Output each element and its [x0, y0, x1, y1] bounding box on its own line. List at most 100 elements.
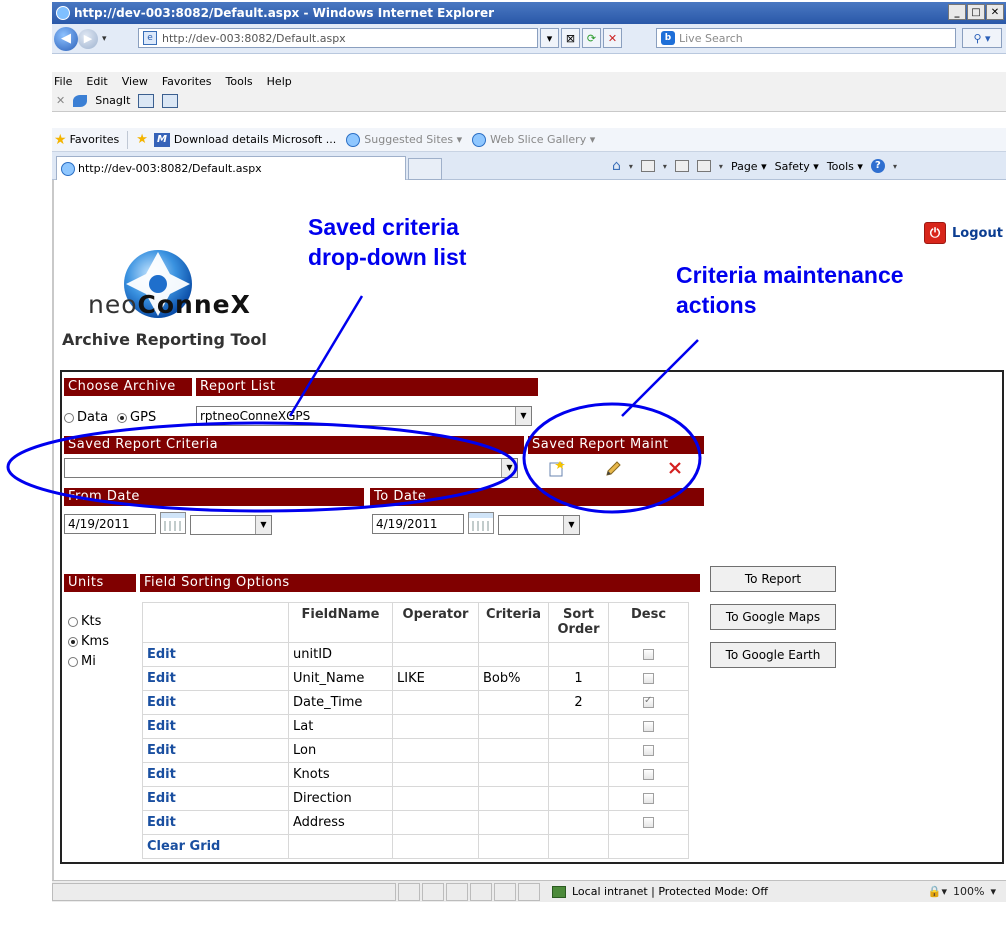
menu-bar: File Edit View Favorites Tools Help — [52, 72, 1006, 90]
calendar-icon[interactable] — [468, 512, 494, 534]
add-favorites-icon[interactable]: ★ — [136, 132, 148, 147]
ms-download-icon: M — [153, 132, 170, 147]
saved-criteria-select[interactable]: ▼ — [64, 458, 518, 478]
maximize-button[interactable]: □ — [967, 4, 985, 20]
edit-pencil-icon[interactable] — [604, 460, 622, 478]
grid-header-sort-order[interactable]: Sort Order — [548, 602, 609, 643]
grid-edit-link[interactable]: Edit — [142, 810, 289, 835]
to-report-button[interactable]: To Report — [710, 566, 836, 592]
to-google-earth-button[interactable]: To Google Earth — [710, 642, 836, 668]
address-dropdown-button[interactable]: ▾ — [540, 28, 559, 48]
fav-link-webslice[interactable]: Web Slice Gallery ▾ — [490, 133, 595, 146]
grid-edit-link[interactable]: Edit — [142, 762, 289, 787]
menu-tools[interactable]: Tools — [226, 75, 253, 88]
fav-link-download[interactable]: Download details Microsoft ... — [174, 133, 336, 146]
compatibility-icon[interactable]: ⊠ — [561, 28, 580, 48]
archive-radio-gps[interactable] — [117, 412, 128, 423]
security-zone[interactable]: Local intranet | Protected Mode: Off — [546, 885, 774, 898]
page-menu[interactable]: Page ▾ — [731, 160, 767, 173]
stop-button[interactable]: ✕ — [603, 28, 622, 48]
grid-empty-cell — [392, 834, 479, 859]
menu-file[interactable]: File — [54, 75, 72, 88]
clear-grid-link[interactable]: Clear Grid — [142, 834, 289, 859]
help-icon[interactable]: ? — [870, 159, 885, 173]
mail-icon[interactable] — [674, 160, 689, 172]
tools-menu[interactable]: Tools ▾ — [827, 160, 863, 173]
desc-checkbox[interactable] — [643, 769, 654, 780]
report-list-select[interactable]: rptneoConneXGPS ▼ — [196, 406, 532, 426]
grid-cell-operator — [392, 762, 479, 787]
desc-checkbox[interactable] — [643, 695, 654, 708]
table-row: Clear Grid — [142, 834, 689, 859]
fav-link-suggested[interactable]: Suggested Sites ▾ — [364, 133, 462, 146]
safety-menu[interactable]: Safety ▾ — [775, 160, 819, 173]
new-tab-button[interactable] — [408, 158, 442, 180]
search-button[interactable]: ⚲ ▾ — [962, 28, 1002, 48]
to-time-select[interactable]: ▼ — [498, 515, 580, 535]
zoom-dropdown-icon[interactable]: ▾ — [990, 885, 996, 898]
archive-label-gps: GPS — [130, 410, 157, 425]
grid-cell-fieldname: Knots — [288, 762, 393, 787]
favorites-button[interactable]: Favorites — [70, 133, 120, 146]
grid-edit-link[interactable]: Edit — [142, 642, 289, 667]
archive-radio-data[interactable] — [64, 412, 74, 423]
to-google-maps-button[interactable]: To Google Maps — [710, 604, 836, 630]
grid-edit-link[interactable]: Edit — [142, 714, 289, 739]
home-icon[interactable]: ⌂ — [612, 158, 621, 174]
protected-mode-icon[interactable]: 🔒▾ — [928, 885, 947, 898]
grid-edit-link[interactable]: Edit — [142, 738, 289, 763]
desc-checkbox[interactable] — [643, 745, 654, 756]
neoconnex-logo-icon — [124, 250, 192, 318]
grid-cell-desc — [608, 738, 689, 763]
capture-icon[interactable] — [138, 93, 155, 108]
close-window-button[interactable]: ✕ — [986, 4, 1004, 20]
unit-radio-kms[interactable] — [68, 637, 78, 647]
tab-active[interactable]: http://dev-003:8082/Default.aspx — [56, 156, 406, 180]
minimize-button[interactable]: _ — [948, 4, 966, 20]
unit-radio-kts[interactable] — [68, 617, 78, 627]
report-list-value: rptneoConneXGPS — [200, 409, 311, 423]
desc-checkbox[interactable] — [643, 817, 654, 828]
grid-edit-link[interactable]: Edit — [142, 666, 289, 691]
desc-checkbox[interactable] — [643, 673, 654, 684]
logout-link[interactable]: ⏻ Logout — [924, 222, 1003, 244]
print-icon[interactable] — [696, 160, 711, 172]
desc-checkbox[interactable] — [643, 649, 654, 660]
menu-view[interactable]: View — [122, 75, 148, 88]
calendar-icon[interactable] — [160, 512, 186, 534]
from-date-input[interactable]: 4/19/2011 — [64, 514, 156, 534]
to-date-input[interactable]: 4/19/2011 — [372, 514, 464, 534]
zoom-control[interactable]: 100% — [953, 885, 984, 898]
snagit-button[interactable]: SnagIt — [95, 94, 130, 107]
new-criteria-icon[interactable] — [548, 460, 566, 478]
search-input[interactable]: b Live Search — [656, 28, 956, 48]
menu-help[interactable]: Help — [267, 75, 292, 88]
history-dropdown-icon[interactable]: ▾ — [102, 34, 107, 44]
desc-checkbox[interactable] — [643, 793, 654, 804]
menu-favorites[interactable]: Favorites — [162, 75, 212, 88]
desc-checkbox[interactable] — [643, 721, 654, 732]
unit-radio-mi[interactable] — [68, 657, 78, 667]
address-bar[interactable]: e http://dev-003:8082/Default.aspx — [138, 28, 538, 48]
grid-empty-cell — [478, 834, 549, 859]
grid-header-criteria[interactable]: Criteria — [478, 602, 549, 643]
units-header: Units — [64, 574, 136, 592]
grid-header-fieldname[interactable]: FieldName — [288, 602, 393, 643]
feeds-icon[interactable] — [640, 160, 655, 172]
from-time-select[interactable]: ▼ — [190, 515, 272, 535]
back-button[interactable]: ◀ — [54, 26, 78, 51]
ie-logo-icon — [56, 6, 70, 20]
grid-edit-link[interactable]: Edit — [142, 786, 289, 811]
grid-header-desc[interactable]: Desc — [608, 602, 689, 643]
menu-edit[interactable]: Edit — [86, 75, 107, 88]
close-toolbar-icon[interactable]: ✕ — [56, 94, 65, 107]
delete-x-icon[interactable] — [668, 461, 682, 475]
grid-edit-link[interactable]: Edit — [142, 690, 289, 715]
grid-header-operator[interactable]: Operator — [392, 602, 479, 643]
forward-button[interactable]: ▶ — [78, 28, 98, 49]
snagit-icon — [73, 94, 88, 107]
ie-page-icon — [61, 161, 75, 176]
editor-icon[interactable] — [162, 93, 179, 108]
ie-page-icon — [472, 132, 487, 147]
refresh-button[interactable]: ⟳ — [582, 28, 601, 48]
